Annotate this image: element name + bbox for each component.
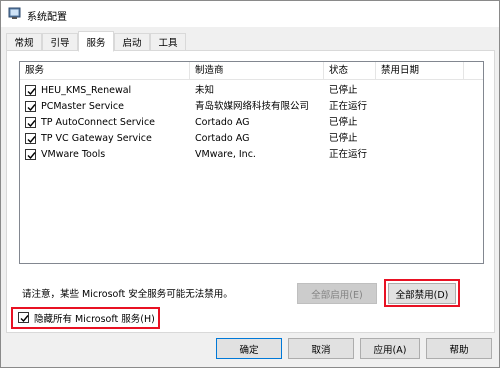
ok-button[interactable]: 确定	[216, 338, 282, 359]
column-header-manufacturer[interactable]: 制造商	[190, 62, 324, 80]
checkmark-icon	[27, 88, 36, 96]
tab-boot[interactable]: 引导	[42, 33, 78, 50]
checkmark-icon	[27, 136, 36, 144]
checkmark-icon	[27, 152, 36, 160]
services-list: 服务 制造商 状态 禁用日期 HEU_KMS_Renewal 未知 已停止 PC…	[19, 61, 484, 264]
enable-all-button[interactable]: 全部启用(E)	[297, 283, 377, 304]
service-checkbox[interactable]	[25, 85, 36, 96]
list-header: 服务 制造商 状态 禁用日期	[20, 62, 483, 80]
column-header-disabled-date[interactable]: 禁用日期	[376, 62, 464, 80]
checkmark-icon	[27, 120, 36, 128]
table-row[interactable]: TP AutoConnect Service Cortado AG 已停止	[20, 115, 483, 131]
cancel-button[interactable]: 取消	[288, 338, 354, 359]
service-name: TP AutoConnect Service	[41, 117, 156, 128]
column-header-service[interactable]: 服务	[20, 62, 190, 80]
tab-general[interactable]: 常规	[6, 33, 42, 50]
table-row[interactable]: PCMaster Service 青岛软媒网络科技有限公司 正在运行	[20, 99, 483, 115]
service-name: VMware Tools	[41, 149, 106, 160]
services-panel: 服务 制造商 状态 禁用日期 HEU_KMS_Renewal 未知 已停止 PC…	[6, 50, 495, 333]
table-row[interactable]: HEU_KMS_Renewal 未知 已停止	[20, 83, 483, 99]
tab-services[interactable]: 服务	[78, 31, 114, 52]
system-config-icon	[8, 7, 21, 19]
service-checkbox[interactable]	[25, 149, 36, 160]
service-status: 已停止	[329, 85, 358, 96]
tab-bar: 常规 引导 服务 启动 工具	[6, 31, 496, 52]
security-note: 请注意，某些 Microsoft 安全服务可能无法禁用。	[22, 289, 233, 300]
service-checkbox[interactable]	[25, 117, 36, 128]
help-button[interactable]: 帮助	[426, 338, 492, 359]
service-manufacturer: VMware, Inc.	[195, 149, 256, 160]
service-manufacturer: 青岛软媒网络科技有限公司	[195, 101, 310, 112]
system-config-window: 系统配置 常规 引导 服务 启动 工具 服务 制造商 状态 禁用日期 HEU_K…	[0, 0, 500, 368]
service-manufacturer: Cortado AG	[195, 117, 250, 128]
service-manufacturer: Cortado AG	[195, 133, 250, 144]
service-manufacturer: 未知	[195, 85, 215, 96]
hide-ms-services-label: 隐藏所有 Microsoft 服务(H)	[34, 314, 155, 325]
hide-ms-services-checkbox[interactable]	[18, 312, 29, 323]
service-name: HEU_KMS_Renewal	[41, 85, 132, 96]
checkmark-icon	[20, 315, 29, 323]
service-status: 正在运行	[329, 101, 368, 112]
apply-button[interactable]: 应用(A)	[360, 338, 420, 359]
tab-tools[interactable]: 工具	[150, 33, 186, 50]
service-name: PCMaster Service	[41, 101, 124, 112]
service-status: 已停止	[329, 117, 358, 128]
service-checkbox[interactable]	[25, 133, 36, 144]
window-title: 系统配置	[27, 12, 67, 23]
table-row[interactable]: VMware Tools VMware, Inc. 正在运行	[20, 147, 483, 163]
title-bar: 系统配置	[1, 1, 499, 27]
service-checkbox[interactable]	[25, 101, 36, 112]
service-status: 正在运行	[329, 149, 368, 160]
column-header-status[interactable]: 状态	[324, 62, 376, 80]
table-row[interactable]: TP VC Gateway Service Cortado AG 已停止	[20, 131, 483, 147]
disable-all-button[interactable]: 全部禁用(D)	[388, 283, 456, 304]
checkmark-icon	[27, 104, 36, 112]
tab-startup[interactable]: 启动	[114, 33, 150, 50]
service-status: 已停止	[329, 133, 358, 144]
service-name: TP VC Gateway Service	[41, 133, 152, 144]
